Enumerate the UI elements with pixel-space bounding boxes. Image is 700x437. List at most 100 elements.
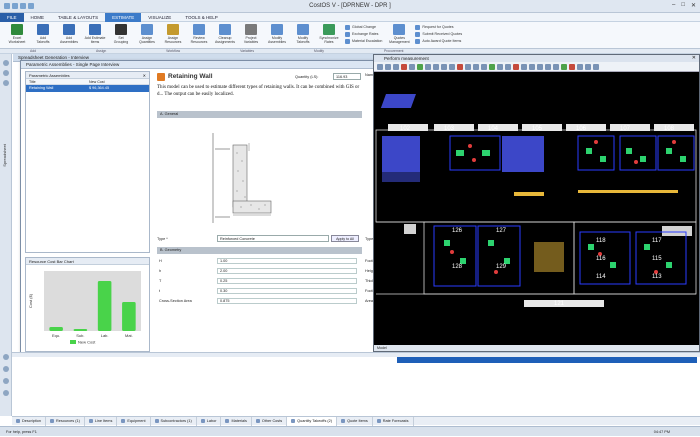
room-label[interactable]: 116 bbox=[596, 256, 606, 262]
room-label[interactable]: 106 bbox=[576, 126, 587, 132]
ribbon-button[interactable]: Synchronize Rates bbox=[316, 22, 342, 49]
room-label[interactable]: 121 bbox=[554, 301, 565, 307]
list-item[interactable]: Retaining Wall $ 96,364.45 bbox=[26, 85, 149, 92]
measure-tool-icon[interactable] bbox=[401, 63, 407, 70]
room-label[interactable]: 117 bbox=[652, 238, 662, 244]
nav-icon[interactable] bbox=[3, 60, 9, 66]
ribbon-small-button[interactable]: Request for Quotes bbox=[415, 24, 462, 30]
section-geometry[interactable]: B. Geometry bbox=[157, 247, 362, 254]
nav-icon[interactable] bbox=[3, 366, 9, 372]
measure-tool-icon[interactable] bbox=[497, 63, 503, 70]
measure-tool-icon[interactable] bbox=[537, 63, 543, 70]
room-label[interactable]: 115 bbox=[652, 256, 662, 262]
room-label[interactable]: 127 bbox=[496, 228, 507, 234]
ribbon-button[interactable]: Assign Quantities bbox=[134, 22, 160, 49]
nav-icon[interactable] bbox=[3, 70, 9, 76]
ribbon-button[interactable]: Assign Resources bbox=[160, 22, 186, 49]
spreadsheet-vertical-tab[interactable]: Spreadsheet bbox=[2, 144, 9, 167]
ribbon-button[interactable]: Review Resources bbox=[186, 22, 212, 49]
ribbon-button[interactable]: Project Variables bbox=[238, 22, 264, 49]
measurement-close-button[interactable]: ✕ bbox=[692, 55, 696, 62]
measure-tool-icon[interactable] bbox=[457, 63, 463, 70]
measure-tool-icon[interactable] bbox=[481, 63, 487, 70]
measure-tool-icon[interactable] bbox=[521, 63, 527, 70]
ribbon-button[interactable]: Cleanup Assignments bbox=[212, 22, 238, 49]
ribbon-button[interactable]: Add Estimate Items bbox=[82, 22, 108, 49]
measure-tool-icon[interactable] bbox=[449, 63, 455, 70]
room-label[interactable]: 102 bbox=[400, 126, 411, 132]
measure-tool-icon[interactable] bbox=[385, 63, 391, 70]
detail-tab[interactable]: Line Items bbox=[85, 416, 118, 426]
room-label[interactable]: 129 bbox=[496, 264, 507, 270]
tab-estimate[interactable]: ESTIMATE bbox=[105, 12, 142, 22]
ribbon-small-button[interactable]: Auto Award Quote Items bbox=[415, 38, 462, 44]
detail-tab[interactable]: Resources (1) bbox=[46, 416, 85, 426]
measure-tool-icon[interactable] bbox=[433, 63, 439, 70]
measure-tool-icon[interactable] bbox=[393, 63, 399, 70]
measure-tool-icon[interactable] bbox=[473, 63, 479, 70]
minimize-button[interactable]: – bbox=[672, 2, 675, 9]
nav-icon[interactable] bbox=[3, 354, 9, 360]
detail-tab[interactable]: Materials bbox=[221, 416, 252, 426]
tab-home[interactable]: HOME bbox=[24, 13, 52, 22]
ribbon-button[interactable]: Add Assemblies bbox=[56, 22, 82, 49]
measure-tool-icon[interactable] bbox=[593, 63, 599, 70]
nav-icon[interactable] bbox=[3, 390, 9, 396]
ribbon-button[interactable]: Set Grouping bbox=[108, 22, 134, 49]
ribbon-button[interactable]: Excel Worksheet bbox=[4, 22, 30, 49]
tab-table-layouts[interactable]: TABLE & LAYOUTS bbox=[51, 13, 105, 22]
quantity-input[interactable]: 116.93 bbox=[333, 73, 361, 80]
room-label[interactable]: 105 bbox=[532, 126, 543, 132]
room-label[interactable]: 113 bbox=[652, 274, 662, 280]
tab-visualize[interactable]: VISUALIZE bbox=[141, 13, 178, 22]
measure-tool-icon[interactable] bbox=[569, 63, 575, 70]
field-input[interactable]: 0.30 bbox=[217, 288, 357, 294]
detail-tab[interactable]: Rate Forecasts bbox=[373, 416, 414, 426]
floor-plan-canvas[interactable]: 102 103 104 105 106 107 108 126 127 128 129 118 117 1… bbox=[374, 72, 700, 347]
room-label[interactable]: 126 bbox=[452, 228, 463, 234]
field-input[interactable]: 2.00 bbox=[217, 268, 357, 274]
measure-tool-icon[interactable] bbox=[489, 63, 495, 70]
tab-tools-help[interactable]: TOOLS & HELP bbox=[178, 13, 224, 22]
measure-tool-icon[interactable] bbox=[377, 63, 383, 70]
ribbon-small-button[interactable]: Global Change bbox=[345, 24, 382, 30]
col-title[interactable]: Title bbox=[26, 79, 86, 84]
room-label[interactable]: 128 bbox=[452, 264, 463, 270]
room-label[interactable]: 118 bbox=[596, 238, 606, 244]
pane-close-icon[interactable]: ✕ bbox=[143, 72, 146, 78]
room-label[interactable]: 104 bbox=[488, 126, 499, 132]
measure-tool-icon[interactable] bbox=[417, 63, 423, 70]
col-new-cost[interactable]: New Cost bbox=[86, 79, 146, 84]
measure-tool-icon[interactable] bbox=[529, 63, 535, 70]
ribbon-small-button[interactable]: Exchange Rates bbox=[345, 31, 382, 37]
measure-tool-icon[interactable] bbox=[577, 63, 583, 70]
quotes-management-button[interactable]: Quotes Management bbox=[386, 22, 412, 49]
detail-tab[interactable]: Quantity Takeoffs (2) bbox=[287, 416, 338, 426]
measure-tool-icon[interactable] bbox=[513, 63, 519, 70]
detail-tab[interactable]: Description bbox=[12, 416, 46, 426]
tab-file[interactable]: FILE bbox=[0, 12, 24, 22]
ribbon-small-button[interactable]: Material Escalation bbox=[345, 38, 382, 44]
measure-tool-icon[interactable] bbox=[441, 63, 447, 70]
maximize-button[interactable]: □ bbox=[681, 2, 685, 9]
nav-icon[interactable] bbox=[3, 80, 9, 86]
ribbon-button[interactable]: Modify Takeoffs bbox=[290, 22, 316, 49]
close-button[interactable]: ✕ bbox=[691, 2, 696, 9]
detail-tab[interactable]: Equipment bbox=[117, 416, 151, 426]
room-label[interactable]: 108 bbox=[664, 126, 675, 132]
measure-tool-icon[interactable] bbox=[505, 63, 511, 70]
measure-tool-icon[interactable] bbox=[561, 63, 567, 70]
measure-tool-icon[interactable] bbox=[585, 63, 591, 70]
measure-tool-icon[interactable] bbox=[553, 63, 559, 70]
ribbon-button[interactable]: Add Takeoffs bbox=[30, 22, 56, 49]
field-input[interactable]: 1.00 bbox=[217, 258, 357, 264]
detail-tab[interactable]: Subcontractors (1) bbox=[151, 416, 197, 426]
field-input[interactable]: 0.875 bbox=[217, 298, 357, 304]
detail-tab[interactable]: Quote Items bbox=[337, 416, 373, 426]
ribbon-small-button[interactable]: Submit Received Quotes bbox=[415, 31, 462, 37]
measure-tool-icon[interactable] bbox=[425, 63, 431, 70]
field-input[interactable]: 0.25 bbox=[217, 278, 357, 284]
room-label[interactable]: 107 bbox=[620, 126, 631, 132]
detail-tab[interactable]: Labor bbox=[197, 416, 222, 426]
measure-tool-icon[interactable] bbox=[409, 63, 415, 70]
